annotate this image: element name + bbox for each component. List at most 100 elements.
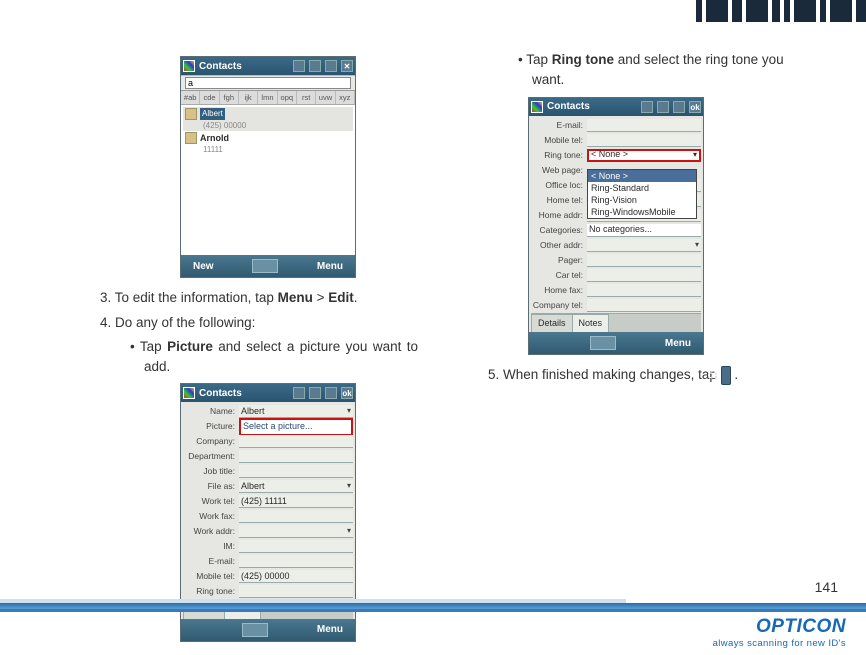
label-im: IM: (183, 540, 239, 553)
label-cartel: Car tel: (531, 269, 587, 282)
volume-icon (325, 387, 337, 399)
screenshot-contacts-list: Contacts ✕ #abcde fghijk lmnopq rstuvw x… (180, 56, 356, 278)
field-workfax[interactable] (239, 510, 353, 523)
field-jobtitle[interactable] (239, 465, 353, 478)
tab-details[interactable]: Details (531, 314, 573, 333)
field-ringtone[interactable]: < None > (587, 149, 701, 162)
label-name: Name: (183, 405, 239, 418)
left-column: Contacts ✕ #abcde fghijk lmnopq rstuvw x… (0, 50, 458, 652)
titlebar: Contacts ok (181, 384, 355, 402)
edit-form: Name:Albert Picture:Select a picture... … (181, 402, 355, 619)
field-mobiletel[interactable] (587, 134, 701, 147)
list-item[interactable]: AArnoldrnold (183, 131, 353, 145)
label-workfax: Work fax: (183, 510, 239, 523)
field-name[interactable]: Albert (239, 405, 353, 418)
list-item[interactable]: Albert (183, 107, 353, 121)
contact-name: AArnoldrnold (200, 132, 229, 146)
contact-number: (425) 00000 (185, 120, 246, 132)
step-3: 3. To edit the information, tap Menu > E… (100, 288, 418, 308)
field-email[interactable] (239, 555, 353, 568)
softkey-menu[interactable]: Menu (317, 622, 343, 637)
contact-name: Albert (200, 108, 225, 120)
label-department: Department: (183, 450, 239, 463)
alpha-index[interactable]: #abcde fghijk lmnopq rstuvw xyz (181, 91, 355, 105)
softkey-menu[interactable]: Menu (317, 259, 343, 274)
label-worktel: Work tel: (183, 495, 239, 508)
field-im[interactable] (239, 540, 353, 553)
step-5: 5. When finished making changes, tap ok … (488, 365, 806, 385)
softkey-bar: Menu (181, 619, 355, 641)
label-categories: Categories: (531, 224, 587, 237)
dropdown-option[interactable]: < None > (588, 170, 696, 182)
window-title: Contacts (199, 386, 242, 401)
titlebar: Contacts ok (529, 98, 703, 116)
softkey-bar: New Menu (181, 255, 355, 277)
dropdown-option[interactable]: Ring-Vision (588, 194, 696, 206)
dropdown-option[interactable]: Ring-WindowsMobile (588, 206, 696, 218)
search-bar (181, 75, 355, 91)
label-company: Company: (183, 435, 239, 448)
tab-notes[interactable]: Notes (572, 314, 610, 333)
contact-icon (185, 108, 197, 120)
field-worktel[interactable]: (425) 11111 (239, 495, 353, 508)
volume-icon (325, 60, 337, 72)
ringtone-dropdown[interactable]: < None > Ring-Standard Ring-Vision Ring-… (587, 169, 697, 219)
field-email[interactable] (587, 119, 701, 132)
label-workaddr: Work addr: (183, 525, 239, 538)
signal-icon (293, 387, 305, 399)
step-4: 4. Do any of the following: (100, 313, 418, 333)
page-number: 141 (815, 579, 838, 595)
label-mobiletel: Mobile tel: (183, 570, 239, 583)
field-company[interactable] (239, 435, 353, 448)
tabs: Details Notes (531, 313, 701, 333)
contact-number: 11111 (185, 144, 223, 156)
field-workaddr[interactable] (239, 525, 353, 538)
label-homefax: Home fax: (531, 284, 587, 297)
label-email: E-mail: (531, 119, 587, 132)
sip-icon[interactable] (252, 259, 278, 273)
field-department[interactable] (239, 450, 353, 463)
softkey-new[interactable]: New (193, 259, 214, 274)
label-mobiletel: Mobile tel: (531, 134, 587, 147)
brand-logo: OPTICON (713, 616, 846, 638)
bullet-picture: • Tap Picture and select a picture you w… (100, 337, 418, 378)
label-pager: Pager: (531, 254, 587, 267)
start-icon[interactable] (183, 387, 195, 399)
start-icon[interactable] (183, 60, 195, 72)
sip-icon[interactable] (242, 623, 268, 637)
ok-button[interactable]: ok (341, 387, 353, 399)
screenshot-ringtone: Contacts ok E-mail: Mobile tel: Ring ton… (528, 97, 704, 356)
label-otheraddr: Other addr: (531, 239, 587, 252)
field-fileas[interactable]: Albert (239, 480, 353, 493)
network-icon (309, 387, 321, 399)
softkey-menu[interactable]: Menu (665, 336, 691, 351)
label-homeaddr: Home addr: (531, 209, 587, 222)
volume-icon (673, 101, 685, 113)
field-categories[interactable]: No categories... (587, 224, 701, 237)
window-title: Contacts (199, 59, 242, 74)
label-fileas: File as: (183, 480, 239, 493)
label-webpage: Web page: (531, 164, 587, 177)
network-icon (657, 101, 669, 113)
softkey-bar: Menu (529, 332, 703, 354)
sip-icon[interactable] (590, 336, 616, 350)
close-icon[interactable]: ✕ (341, 60, 353, 72)
label-picture: Picture: (183, 420, 239, 433)
start-icon[interactable] (531, 101, 543, 113)
brand-tagline: always scanning for new ID's (713, 638, 846, 649)
ok-icon: ok (721, 366, 731, 385)
ok-button[interactable]: ok (689, 101, 701, 113)
label-hometel: Home tel: (531, 194, 587, 207)
label-email: E-mail: (183, 555, 239, 568)
field-ringtone[interactable] (239, 585, 353, 598)
label-jobtitle: Job title: (183, 465, 239, 478)
field-picture[interactable]: Select a picture... (239, 418, 353, 436)
edit-form: E-mail: Mobile tel: Ring tone:< None > W… (529, 116, 703, 333)
dropdown-option[interactable]: Ring-Standard (588, 182, 696, 194)
search-input[interactable] (185, 77, 351, 89)
footer-divider (0, 603, 866, 609)
signal-icon (293, 60, 305, 72)
signal-icon (641, 101, 653, 113)
field-mobiletel[interactable]: (425) 00000 (239, 570, 353, 583)
label-ringtone: Ring tone: (183, 585, 239, 598)
